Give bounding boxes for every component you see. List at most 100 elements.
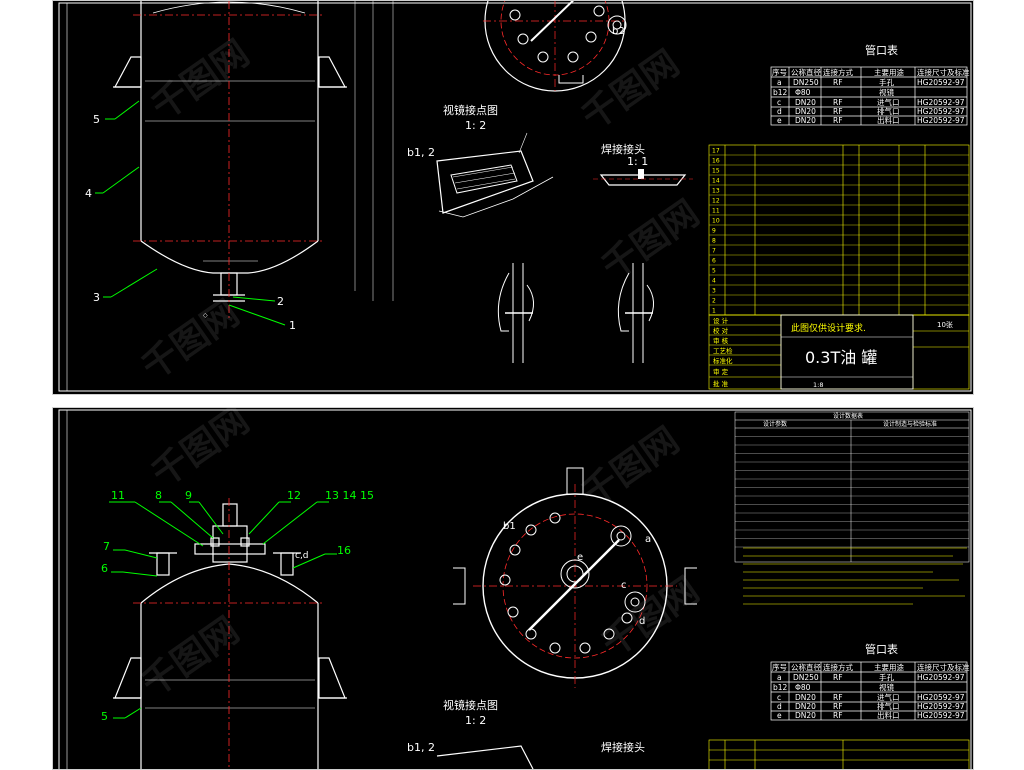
svg-text:千图网: 千图网 (135, 293, 247, 389)
callout-8: 8 (155, 489, 162, 502)
callout-4: 4 (85, 187, 92, 200)
svg-text:DN20: DN20 (795, 693, 816, 702)
bom-row-number: 2 (712, 298, 716, 305)
svg-text:手孔: 手孔 (879, 77, 894, 87)
plan-view: b1 a e c d (453, 467, 697, 688)
bom-row-number: 3 (712, 288, 716, 295)
callout-2: 2 (277, 295, 284, 308)
callout-1: 1 (289, 319, 296, 332)
svg-text:RF: RF (833, 116, 843, 125)
svg-text:HG20592-97: HG20592-97 (917, 116, 965, 125)
svg-text:批 准: 批 准 (713, 379, 729, 388)
bom-row-number: 5 (712, 268, 716, 275)
plan-view-top: b2 (483, 1, 627, 92)
svg-text:b12: b12 (773, 88, 788, 97)
svg-text:d: d (777, 107, 782, 116)
svg-text:RF: RF (833, 693, 843, 702)
svg-text:RF: RF (833, 98, 843, 107)
svg-text:连接方式: 连接方式 (823, 67, 853, 77)
svg-text:审 核: 审 核 (713, 336, 729, 345)
viewport-title: 视镜接点图 (443, 103, 498, 117)
svg-text:千图网: 千图网 (145, 33, 257, 129)
svg-text:c: c (777, 98, 781, 107)
svg-text:设计数据表: 设计数据表 (833, 412, 863, 420)
svg-text:HG20592-97: HG20592-97 (917, 673, 965, 682)
watermark-bottom: 千图网 千图网 千图网 千图网 (135, 408, 707, 705)
svg-text:千图网: 千图网 (575, 43, 687, 139)
svg-text:连接尺寸及标准: 连接尺寸及标准 (917, 67, 970, 77)
svg-text:RF: RF (833, 673, 843, 682)
watermark: 千图网 千图网 千图网 千图网 (135, 33, 707, 389)
svg-text:主要用途: 主要用途 (874, 67, 904, 77)
svg-text:DN250: DN250 (793, 78, 819, 87)
bom-row-number: 14 (712, 178, 720, 185)
bom-row-number: 11 (712, 208, 720, 215)
svg-text:千图网: 千图网 (575, 420, 687, 516)
label-cd: c,d (295, 551, 309, 561)
svg-text:a: a (777, 673, 782, 682)
plan-label-c: c (621, 580, 627, 591)
svg-text:工艺检: 工艺检 (713, 346, 733, 355)
svg-text:Φ80: Φ80 (795, 683, 811, 692)
top-drawing-svg: 5 4 3 2 1 b2 视镜接点图 1: 2 b1, 2 焊接接头 1: 1 … (58, 1, 972, 392)
nozzle-table-title: 管口表 (865, 43, 898, 57)
svg-text:视镜接点图: 视镜接点图 (443, 698, 498, 712)
callout-11: 11 (111, 489, 125, 502)
svg-text:设计参数: 设计参数 (763, 420, 787, 428)
svg-text:设计制造与检验标准: 设计制造与检验标准 (883, 420, 937, 428)
svg-text:DN20: DN20 (795, 702, 816, 711)
drawing-title: 0.3T油 罐 (805, 348, 877, 367)
svg-text:千图网: 千图网 (595, 570, 707, 666)
callout-5: 5 (93, 113, 100, 126)
svg-text:出料口: 出料口 (877, 115, 900, 125)
svg-text:序号: 序号 (772, 67, 787, 77)
tank-elevation (113, 1, 394, 302)
bom-row-number: 15 (712, 168, 720, 175)
svg-text:进气口: 进气口 (877, 97, 900, 107)
bom-row-number: 16 (712, 158, 720, 165)
callout-6: 6 (101, 562, 108, 575)
svg-text:公称直径: 公称直径 (791, 662, 821, 672)
svg-text:RF: RF (833, 711, 843, 720)
viewport-detail-bottom: 视镜接点图 1: 2 b1, 2 焊接接头 (407, 698, 645, 769)
welding-scale: 1: 1 (627, 155, 648, 168)
viewport-detail: 视镜接点图 1: 2 b1, 2 (407, 103, 554, 218)
svg-text:千图网: 千图网 (135, 610, 247, 706)
svg-text:千图网: 千图网 (595, 193, 707, 289)
callout-3: 3 (93, 291, 100, 304)
svg-text:设 计: 设 计 (713, 316, 729, 325)
design-data-table: 设计数据表 设计参数 设计制造与检验标准 (734, 411, 970, 605)
svg-text:b1, 2: b1, 2 (407, 741, 435, 754)
bom-row-number: 12 (712, 198, 720, 205)
callout-9: 9 (185, 489, 192, 502)
bottom-drawing-svg: 11 8 9 12 13 14 15 7 6 16 5 c,d b1 a e c… (58, 408, 972, 769)
svg-text:RF: RF (833, 702, 843, 711)
svg-text:DN20: DN20 (795, 711, 816, 720)
drawing-pages: 10张 (937, 320, 953, 329)
title-block: 设 计 校 对 审 核 工艺检 标准化 审 定 批 准 此图仅供设计要求. 0.… (708, 314, 970, 390)
svg-text:DN20: DN20 (795, 98, 816, 107)
svg-text:进气口: 进气口 (877, 692, 900, 702)
svg-text:HG20592-97: HG20592-97 (917, 98, 965, 107)
svg-text:连接尺寸及标准: 连接尺寸及标准 (917, 662, 970, 672)
svg-text:主要用途: 主要用途 (874, 662, 904, 672)
svg-text:b12: b12 (773, 683, 788, 692)
svg-text:Φ80: Φ80 (795, 88, 811, 97)
bom-row-number: 7 (712, 248, 716, 255)
svg-text:连接方式: 连接方式 (823, 662, 853, 672)
callout-12: 12 (287, 489, 301, 502)
callout-5b: 5 (101, 710, 108, 723)
svg-text:HG20592-97: HG20592-97 (917, 711, 965, 720)
svg-text:手孔: 手孔 (879, 672, 894, 682)
svg-text:c: c (777, 693, 781, 702)
svg-text:焊接接头: 焊接接头 (601, 740, 645, 754)
svg-text:HG20592-97: HG20592-97 (917, 78, 965, 87)
callout-13-14-15: 13 14 15 (325, 489, 374, 502)
svg-text:校 对: 校 对 (713, 326, 729, 335)
bom-row-number: 4 (712, 278, 716, 285)
svg-text:排气口: 排气口 (877, 106, 900, 116)
svg-text:1: 2: 1: 2 (465, 714, 486, 727)
plan-label-a: a (645, 534, 651, 545)
svg-text:e: e (777, 711, 782, 720)
viewport-b12-label: b1, 2 (407, 146, 435, 159)
